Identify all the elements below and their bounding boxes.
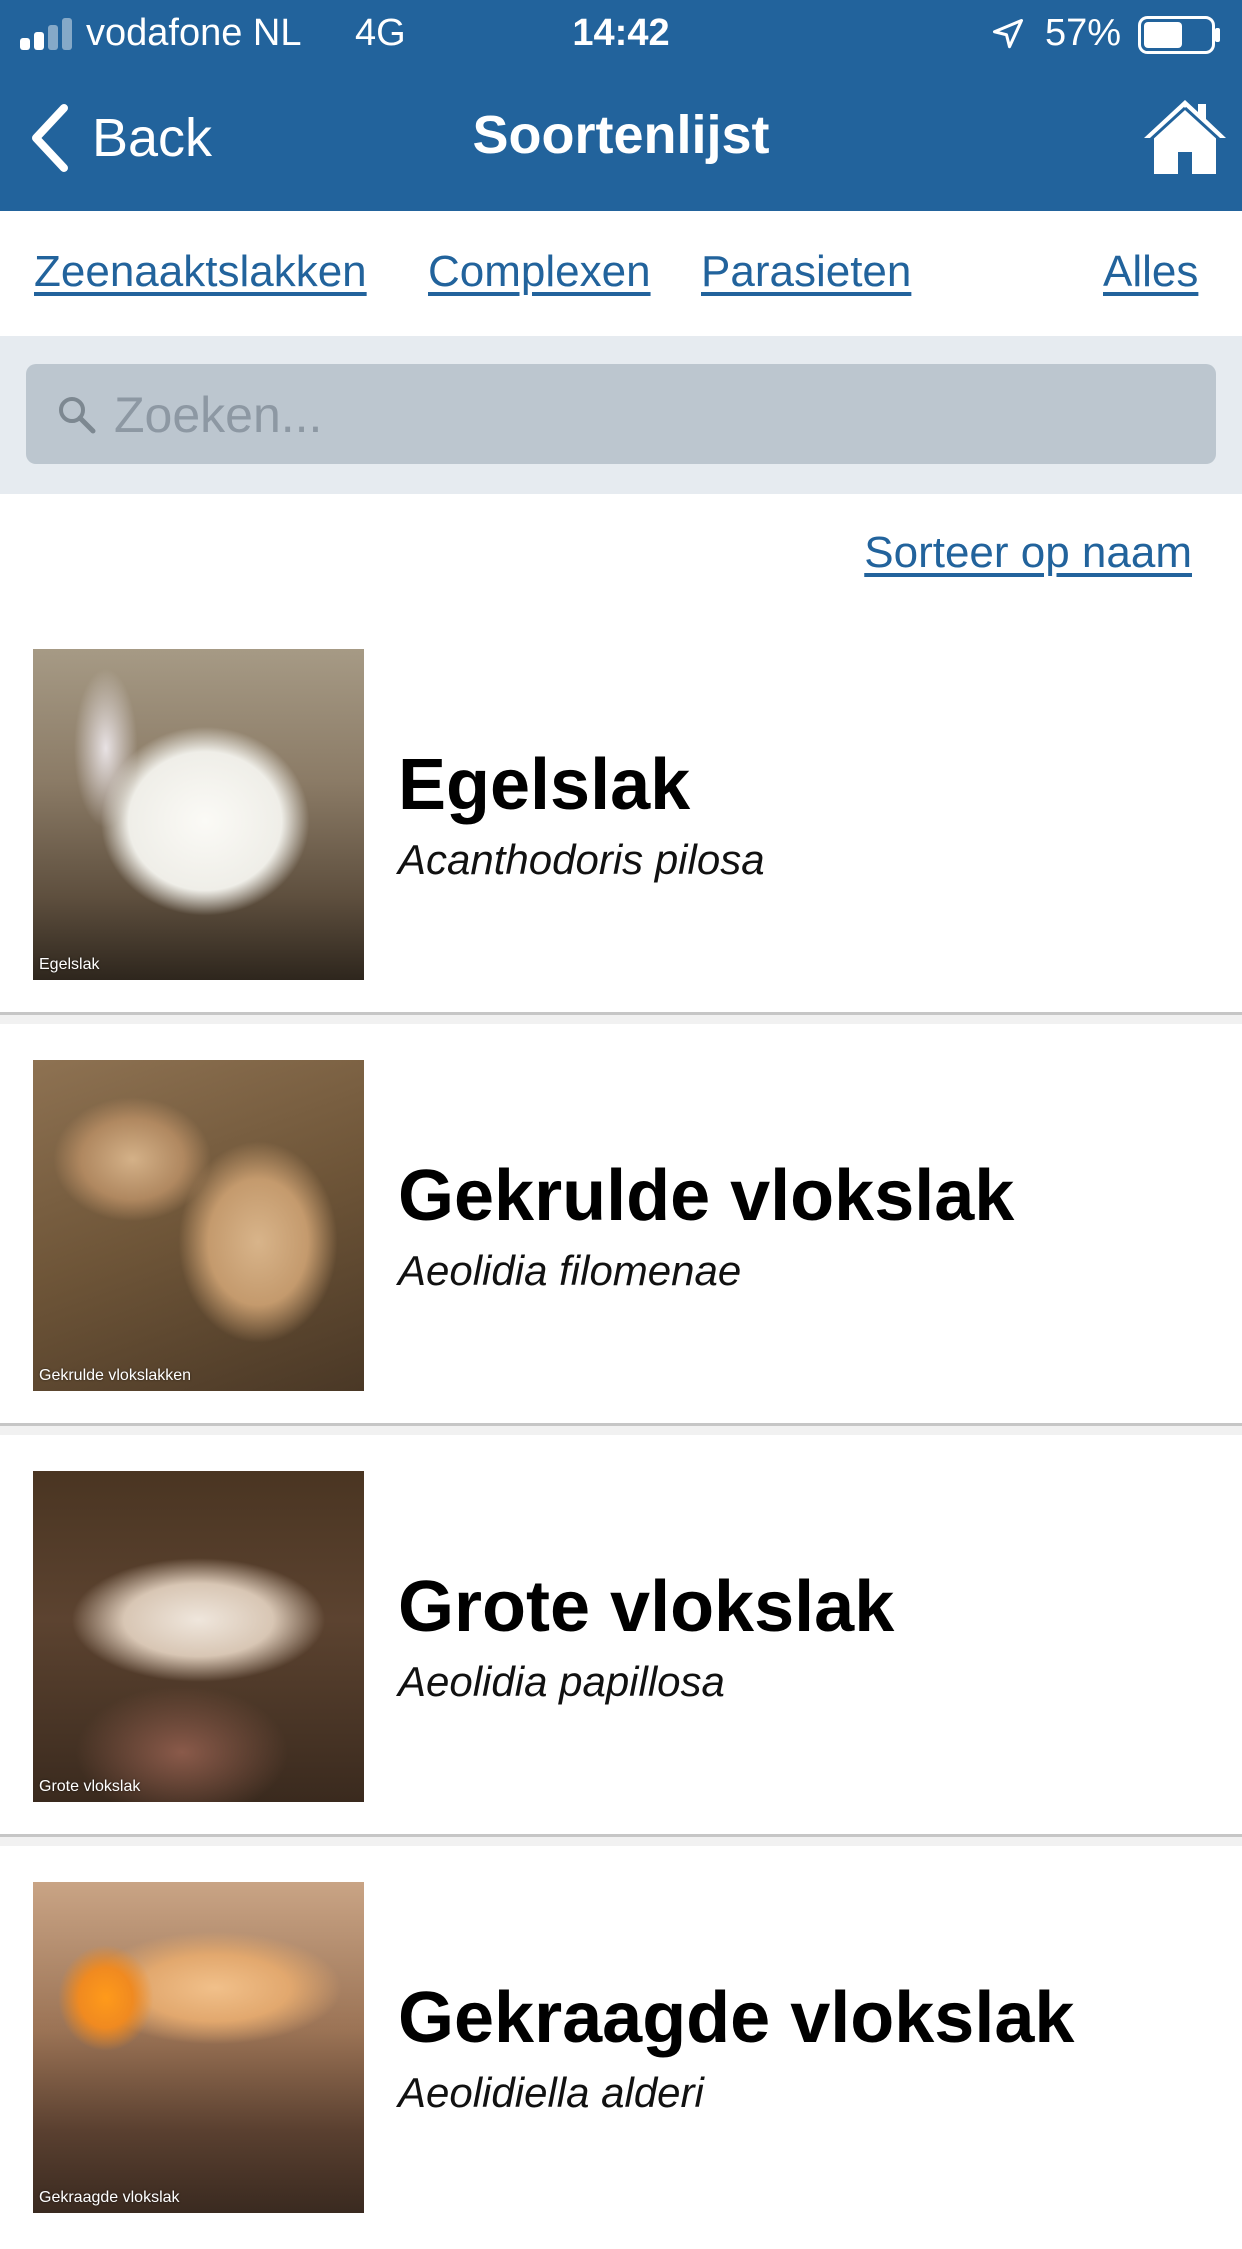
status-bar: vodafone NL 4G 14:42 57% bbox=[0, 0, 1242, 66]
battery-icon bbox=[1138, 16, 1220, 54]
thumbnail-caption: Egelslak bbox=[39, 956, 100, 973]
species-thumbnail: Egelslak bbox=[33, 649, 364, 980]
battery-percentage: 57% bbox=[1045, 12, 1122, 54]
filter-parasieten[interactable]: Parasieten bbox=[701, 247, 911, 297]
filter-complexen[interactable]: Complexen bbox=[428, 247, 651, 297]
species-name: Egelslak bbox=[398, 745, 691, 825]
top-bar: vodafone NL 4G 14:42 57% Back Soortenlij… bbox=[0, 0, 1242, 211]
list-item[interactable]: Gekrulde vlokslakken Gekrulde vlokslak A… bbox=[0, 1027, 1242, 1435]
species-latin-name: Aeolidia filomenae bbox=[398, 1247, 742, 1294]
species-latin-name: Acanthodoris pilosa bbox=[398, 836, 765, 883]
filter-alles[interactable]: Alles bbox=[1103, 247, 1198, 297]
back-button[interactable]: Back bbox=[28, 100, 212, 176]
thumbnail-caption: Gekrulde vlokslakken bbox=[39, 1367, 192, 1384]
species-latin-name: Aeolidia papillosa bbox=[398, 1658, 725, 1705]
sort-by-name-link[interactable]: Sorteer op naam bbox=[864, 528, 1192, 578]
location-icon bbox=[993, 19, 1023, 49]
species-latin-name: Aeolidiella alderi bbox=[398, 2069, 704, 2116]
navigation-bar: Back Soortenlijst bbox=[0, 66, 1242, 211]
category-filter-bar: Zeenaaktslakken Complexen Parasieten All… bbox=[0, 211, 1242, 336]
species-name: Grote vlokslak bbox=[398, 1567, 895, 1647]
species-thumbnail: Gekrulde vlokslakken bbox=[33, 1060, 364, 1391]
search-placeholder: Zoeken... bbox=[114, 387, 323, 443]
thumbnail-caption: Gekraagde vlokslak bbox=[39, 2189, 180, 2206]
list-item[interactable]: Egelslak Egelslak Acanthodoris pilosa bbox=[0, 616, 1242, 1024]
species-thumbnail: Grote vlokslak bbox=[33, 1471, 364, 1802]
home-icon[interactable] bbox=[1140, 96, 1230, 176]
thumbnail-caption: Grote vlokslak bbox=[39, 1778, 141, 1795]
species-name: Gekrulde vlokslak bbox=[398, 1156, 1015, 1236]
list-item[interactable]: Grote vlokslak Grote vlokslak Aeolidia p… bbox=[0, 1438, 1242, 1846]
list-item[interactable]: Gekraagde vlokslak Gekraagde vlokslak Ae… bbox=[0, 1849, 1242, 2249]
list-divider bbox=[0, 1423, 1242, 1435]
filter-zeenaaktslakken[interactable]: Zeenaaktslakken bbox=[34, 247, 367, 297]
species-name: Gekraagde vlokslak bbox=[398, 1978, 1075, 2058]
search-input[interactable]: Zoeken... bbox=[26, 364, 1216, 464]
chevron-left-icon bbox=[32, 104, 68, 172]
search-bar: Zoeken... bbox=[0, 336, 1242, 494]
search-icon bbox=[59, 397, 96, 434]
species-thumbnail: Gekraagde vlokslak bbox=[33, 1882, 364, 2213]
list-divider bbox=[0, 1834, 1242, 1846]
back-label: Back bbox=[92, 108, 213, 168]
list-divider bbox=[0, 1012, 1242, 1024]
